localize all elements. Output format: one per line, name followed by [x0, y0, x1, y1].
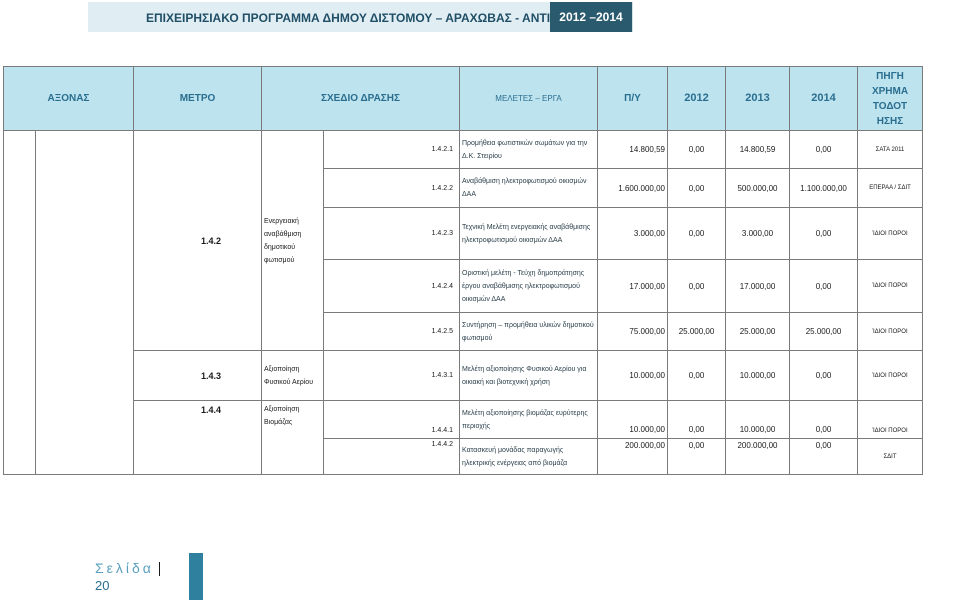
- row-description: Μελέτη αξιοποίησης βιομάζας ευρύτερης πε…: [459, 400, 598, 439]
- row-code: 1.4.2.2: [323, 168, 460, 208]
- row-source: ΊΔΙΟΙ ΠΟΡΟΙ: [857, 207, 923, 260]
- row-code: 1.4.2.1: [323, 130, 460, 169]
- row-description: Κατασκευή μονάδας παραγωγής ηλεκτρικής ε…: [459, 438, 598, 475]
- axis-column: [3, 130, 36, 475]
- row-budget: 10.000,00: [597, 350, 668, 401]
- row-budget: 200.000,00: [597, 438, 668, 475]
- row-2014: 25.000,00: [789, 312, 858, 351]
- row-source: ΣΑΤΑ 2011: [857, 130, 923, 169]
- row-budget: 14.800,59: [597, 130, 668, 169]
- row-2012: 0,00: [667, 350, 726, 401]
- row-budget: 1.600.000,00: [597, 168, 668, 208]
- header-2014: 2014: [789, 66, 858, 131]
- table-row: 1.4.3 Αξιοποίηση Φυσικού Αερίου 1.4.3.1 …: [4, 350, 923, 401]
- row-2013: 200.000,00: [725, 438, 790, 475]
- table-row: 1.4.2 Ενεργειακή αναβάθμιση δημοτικού φω…: [3, 130, 923, 475]
- row-2014: 1.100.000,00: [789, 168, 858, 208]
- row-2013: 25.000,00: [725, 312, 790, 351]
- row-code: 1.4.4.2: [323, 438, 460, 475]
- row-2014: 0,00: [789, 400, 858, 439]
- row-code: 1.4.2.4: [323, 259, 460, 313]
- row-2012: 0,00: [667, 259, 726, 313]
- row-2012: 0,00: [667, 400, 726, 439]
- row-2012: 0,00: [667, 438, 726, 475]
- row-budget: 10.000,00: [597, 400, 668, 439]
- program-title: ΕΠΙΧΕΙΡΗΣΙΑΚΟ ΠΡΟΓΡΑΜΜΑ ΔΗΜΟΥ ΔΙΣΤΟΜΟΥ –…: [146, 11, 590, 25]
- row-code: 1.4.3.1: [323, 350, 460, 401]
- row-source: ΕΠΕΡΑΑ / ΣΔΙΤ: [857, 168, 923, 208]
- row-source: ΊΔΙΟΙ ΠΟΡΟΙ: [857, 312, 923, 351]
- group-code: 1.4.3: [133, 350, 262, 401]
- row-budget: 3.000,00: [597, 207, 668, 260]
- row-2013: 3.000,00: [725, 207, 790, 260]
- group-title: Αξιοποίηση Φυσικού Αερίου: [261, 350, 324, 401]
- row-2013: 14.800,59: [725, 130, 790, 169]
- header-axonas: ΑΞΟΝΑΣ: [3, 66, 134, 131]
- group-code: 1.4.2: [133, 130, 262, 351]
- header-pigi: ΠΗΓΗ ΧΡΗΜΑ ΤΟΔΟΤ ΗΣΗΣ: [857, 66, 923, 131]
- row-2014: 0,00: [789, 350, 858, 401]
- actions-table: ΑΞΟΝΑΣ ΜΕΤΡΟ ΣΧΕΔΙΟ ΔΡΑΣΗΣ ΜΕΛΕΤΕΣ – ΕΡΓ…: [3, 66, 923, 475]
- row-source: ΊΔΙΟΙ ΠΟΡΟΙ: [857, 400, 923, 439]
- header-py: Π/Υ: [597, 66, 668, 131]
- row-budget: 17.000,00: [597, 259, 668, 313]
- page-number: 20: [95, 578, 110, 593]
- row-2014: 0,00: [789, 259, 858, 313]
- row-2012: 0,00: [667, 130, 726, 169]
- row-description: Οριστική μελέτη - Τεύχη δημοπράτησης έργ…: [459, 259, 598, 313]
- table-row: 1.4.4 Αξιοποίηση Βιομάζας 1.4.4.1 Μελέτη…: [4, 400, 923, 475]
- header-meletes-erga: ΜΕΛΕΤΕΣ – ΕΡΓΑ: [459, 66, 598, 131]
- row-description: Προμήθεια φωτιστικών σωμάτων για την Δ.Κ…: [459, 130, 598, 169]
- header-metro: ΜΕΤΡΟ: [133, 66, 262, 131]
- row-description: Αναβάθμιση ηλεκτροφωτισμού οικισμών ΔΑΑ: [459, 168, 598, 208]
- row-2013: 10.000,00: [725, 400, 790, 439]
- row-2013: 17.000,00: [725, 259, 790, 313]
- row-2013: 10.000,00: [725, 350, 790, 401]
- row-code: 1.4.2.3: [323, 207, 460, 260]
- header-2012: 2012: [667, 66, 726, 131]
- program-years: 2012 –2014: [550, 2, 632, 32]
- row-description: Τεχνική Μελέτη ενεργειακής αναβάθμισης η…: [459, 207, 598, 260]
- measure-column: [35, 130, 134, 475]
- header-row: ΑΞΟΝΑΣ ΜΕΤΡΟ ΣΧΕΔΙΟ ΔΡΑΣΗΣ ΜΕΛΕΤΕΣ – ΕΡΓ…: [3, 66, 923, 131]
- row-2012: 0,00: [667, 207, 726, 260]
- row-source: ΊΔΙΟΙ ΠΟΡΟΙ: [857, 350, 923, 401]
- header-2013: 2013: [725, 66, 790, 131]
- row-budget: 75.000,00: [597, 312, 668, 351]
- row-2013: 500.000,00: [725, 168, 790, 208]
- row-description: Συντήρηση – προμήθεια υλικών δημοτικού φ…: [459, 312, 598, 351]
- group-code: 1.4.4: [133, 400, 262, 475]
- header-sxedio-drasis: ΣΧΕΔΙΟ ΔΡΑΣΗΣ: [261, 66, 460, 131]
- row-source: ΊΔΙΟΙ ΠΟΡΟΙ: [857, 259, 923, 313]
- row-2014: 0,00: [789, 130, 858, 169]
- group-title: Ενεργειακή αναβάθμιση δημοτικού φωτισμού: [261, 130, 324, 351]
- row-code: 1.4.2.5: [323, 312, 460, 351]
- row-description: Μελέτη αξιοποίησης Φυσικού Αερίου για οι…: [459, 350, 598, 401]
- row-code: 1.4.4.1: [323, 400, 460, 439]
- row-2014: 0,00: [789, 438, 858, 475]
- page-label: Σελίδα: [95, 560, 154, 576]
- page-accent-bar: [189, 553, 203, 600]
- row-2014: 0,00: [789, 207, 858, 260]
- group-title: Αξιοποίηση Βιομάζας: [261, 400, 324, 475]
- page-label-divider: [159, 562, 160, 576]
- row-2012: 25.000,00: [667, 312, 726, 351]
- row-source: ΣΔΙΤ: [857, 438, 923, 475]
- row-2012: 0,00: [667, 168, 726, 208]
